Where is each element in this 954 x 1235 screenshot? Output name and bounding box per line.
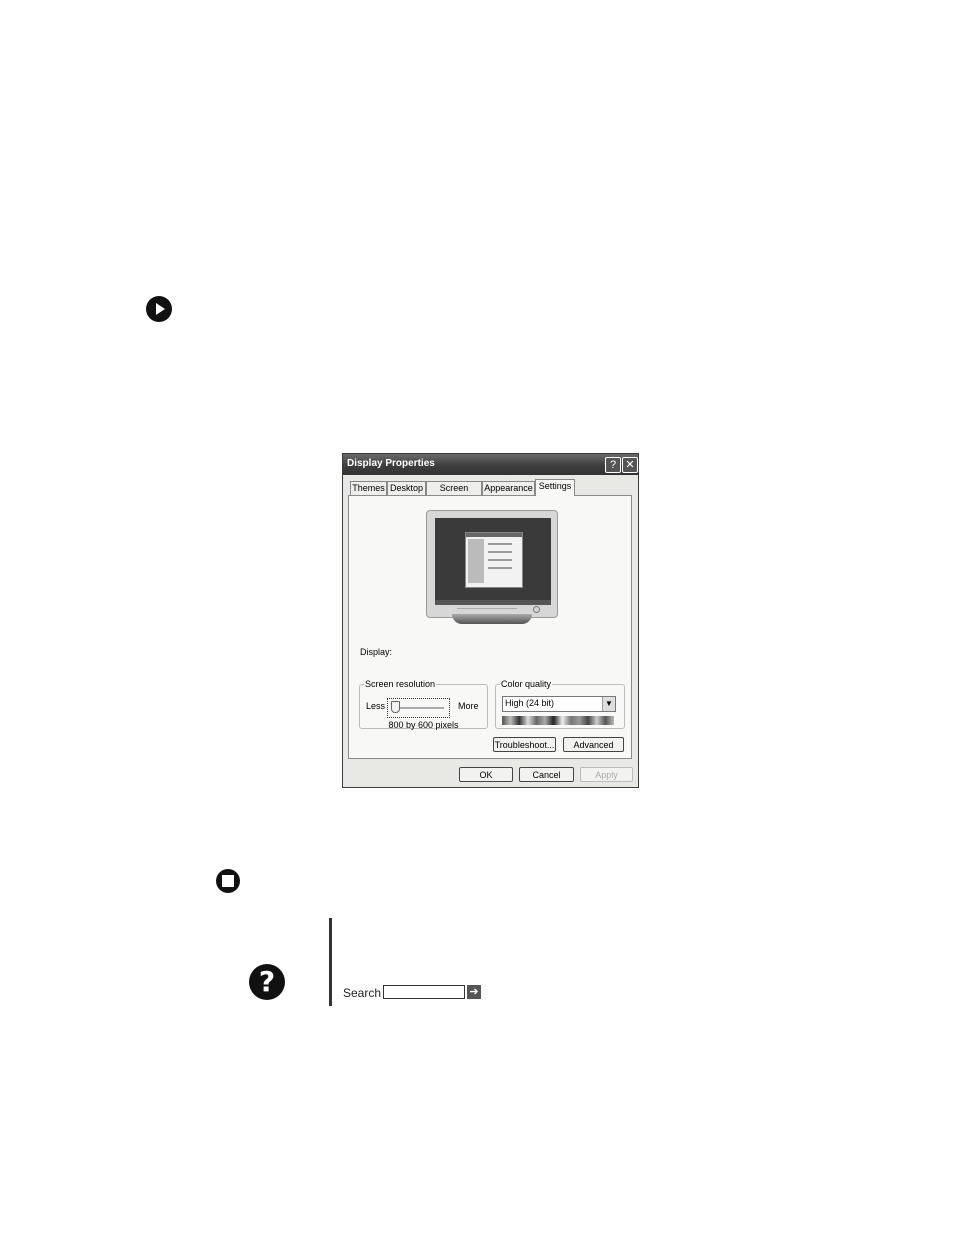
display-properties-dialog: Display Properties ? ✕ Themes Desktop Sc… (342, 453, 639, 788)
help-button[interactable]: ? (605, 457, 621, 473)
cancel-button[interactable]: Cancel (519, 767, 574, 782)
resolution-value: 800 by 600 pixels (388, 720, 459, 730)
close-button[interactable]: ✕ (622, 457, 638, 473)
help-sidebar-rule (329, 918, 332, 1006)
question-circle-icon: ? (249, 964, 285, 1000)
troubleshoot-button[interactable]: Troubleshoot... (493, 737, 556, 752)
color-quality-value: High (24 bit) (505, 698, 555, 708)
color-quality-legend: Color quality (501, 679, 552, 689)
monitor-preview (426, 510, 558, 624)
play-circle-icon (146, 296, 172, 322)
title-bar: Display Properties ? ✕ (343, 454, 638, 475)
less-label: Less (366, 701, 386, 711)
slider-thumb[interactable] (391, 701, 400, 713)
color-preview-bar (502, 716, 614, 725)
resolution-slider[interactable] (387, 698, 450, 718)
search-label: Search (343, 986, 382, 1000)
search-input[interactable] (383, 985, 465, 999)
dialog-title: Display Properties (347, 458, 435, 469)
tab-appearance[interactable]: Appearance (482, 481, 535, 495)
settings-panel: Display: Screen resolution Less More 800… (348, 495, 632, 759)
tab-desktop[interactable]: Desktop (387, 481, 426, 495)
apply-button[interactable]: Apply (580, 767, 633, 782)
stop-circle-icon (216, 869, 240, 893)
chevron-down-icon[interactable]: ▼ (602, 697, 615, 711)
screen-resolution-legend: Screen resolution (365, 679, 436, 689)
advanced-button[interactable]: Advanced (563, 737, 624, 752)
tab-settings[interactable]: Settings (535, 479, 575, 496)
more-label: More (458, 701, 479, 711)
screen-resolution-group: Screen resolution Less More 800 by 600 p… (359, 679, 488, 730)
display-label: Display: (360, 647, 393, 657)
color-quality-group: Color quality High (24 bit) ▼ (495, 679, 625, 729)
tab-themes[interactable]: Themes (350, 481, 387, 495)
arrow-right-icon[interactable]: ➔ (467, 985, 481, 999)
ok-button[interactable]: OK (459, 767, 513, 782)
color-quality-select[interactable]: High (24 bit) ▼ (502, 696, 616, 712)
tab-screen-saver[interactable]: Screen Saver (426, 481, 482, 506)
